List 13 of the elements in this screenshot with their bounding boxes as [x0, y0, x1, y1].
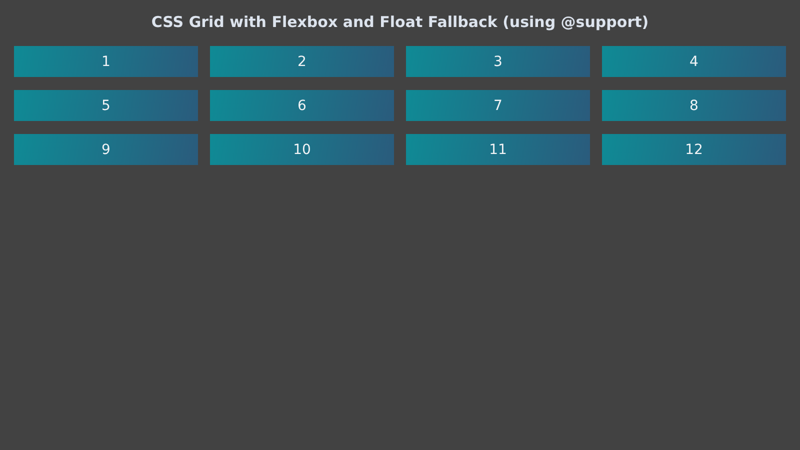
grid-cell: 8	[602, 90, 786, 121]
grid-cell: 12	[602, 134, 786, 165]
grid-cell: 1	[14, 46, 198, 77]
grid-cell: 2	[210, 46, 394, 77]
grid-cell: 6	[210, 90, 394, 121]
grid-cell: 7	[406, 90, 590, 121]
page-title: CSS Grid with Flexbox and Float Fallback (using @support)	[150, 12, 650, 32]
grid-cell: 3	[406, 46, 590, 77]
grid-cell: 11	[406, 134, 590, 165]
grid-cell: 5	[14, 90, 198, 121]
grid-cell: 4	[602, 46, 786, 77]
grid-cell: 10	[210, 134, 394, 165]
grid-cell: 9	[14, 134, 198, 165]
